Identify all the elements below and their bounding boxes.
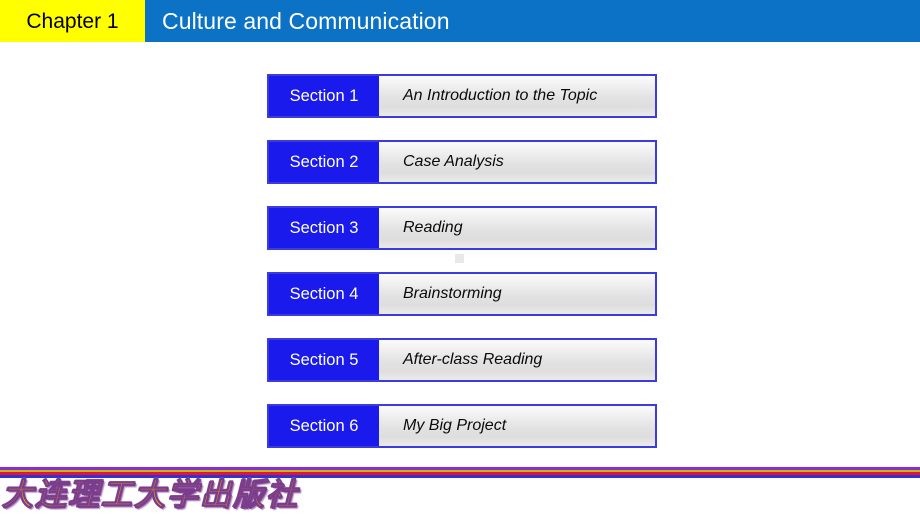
section-title[interactable]: After-class Reading	[379, 340, 655, 380]
chapter-badge-label: Chapter 1	[26, 9, 119, 33]
chapter-title-bar: Culture and Communication	[145, 0, 920, 42]
list-item[interactable]: Section 4 Brainstorming	[267, 272, 657, 316]
section-badge-label: Section 5	[289, 350, 359, 369]
list-item[interactable]: Section 1 An Introduction to the Topic	[267, 74, 657, 118]
section-title[interactable]: Case Analysis	[379, 142, 655, 182]
stray-pixel-artifact	[455, 254, 464, 263]
section-title-label: My Big Project	[403, 417, 507, 434]
section-badge[interactable]: Section 2	[269, 142, 379, 182]
section-badge[interactable]: Section 3	[269, 208, 379, 248]
section-title[interactable]: Reading	[379, 208, 655, 248]
section-title-label: Reading	[403, 219, 463, 236]
slide-header: Chapter 1 Culture and Communication	[0, 0, 920, 42]
section-title-label: Brainstorming	[403, 285, 502, 302]
section-badge-label: Section 4	[289, 284, 359, 303]
list-item[interactable]: Section 5 After-class Reading	[267, 338, 657, 382]
section-badge[interactable]: Section 6	[269, 406, 379, 446]
section-title-label: An Introduction to the Topic	[403, 87, 598, 104]
section-badge-label: Section 1	[289, 86, 359, 105]
section-badge[interactable]: Section 1	[269, 76, 379, 116]
section-badge[interactable]: Section 5	[269, 340, 379, 380]
chapter-badge: Chapter 1	[0, 0, 145, 42]
list-item[interactable]: Section 2 Case Analysis	[267, 140, 657, 184]
page-title: Culture and Communication	[162, 7, 450, 34]
section-title[interactable]: Brainstorming	[379, 274, 655, 314]
list-item[interactable]: Section 3 Reading	[267, 206, 657, 250]
section-badge-label: Section 2	[289, 152, 359, 171]
section-badge-label: Section 6	[289, 416, 359, 435]
section-title-label: Case Analysis	[403, 153, 504, 170]
section-title[interactable]: An Introduction to the Topic	[379, 76, 655, 116]
publisher-logo: 大连理工大学出版社	[2, 477, 299, 512]
section-badge[interactable]: Section 4	[269, 274, 379, 314]
section-badge-label: Section 3	[289, 218, 359, 237]
list-item[interactable]: Section 6 My Big Project	[267, 404, 657, 448]
section-title[interactable]: My Big Project	[379, 406, 655, 446]
slide-footer: 大连理工大学出版社	[0, 467, 920, 519]
section-title-label: After-class Reading	[403, 351, 543, 368]
